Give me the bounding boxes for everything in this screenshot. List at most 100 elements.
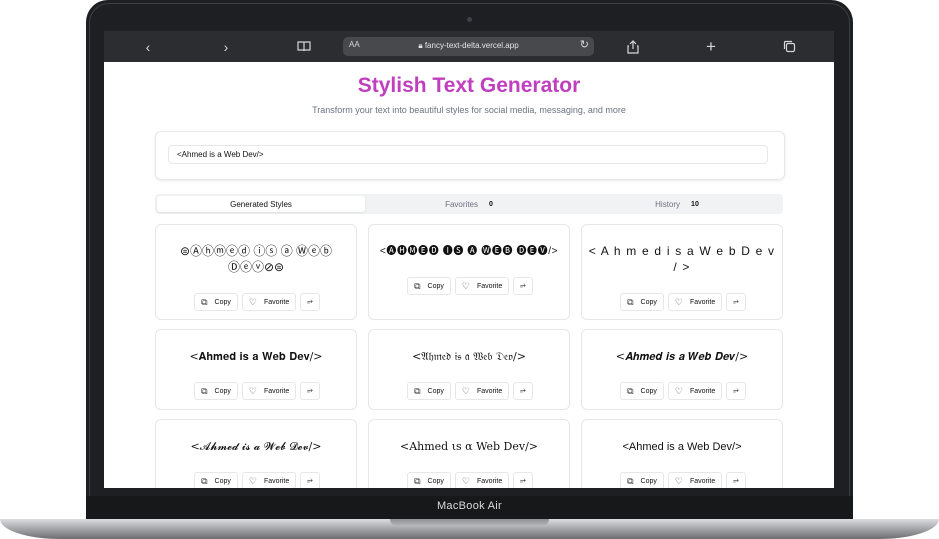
styled-text: <𝓐𝓱𝓶𝓮𝓭 𝓲𝓼 𝓪 𝓦𝓮𝓫 𝓓𝓮𝓿/> <box>190 440 322 453</box>
style-card: <Ahmed ιs α Web Dev/> ⧉ Copy ♡ Favorite ⭈ <box>368 419 570 488</box>
copy-button[interactable]: ⧉ Copy <box>194 382 238 400</box>
styled-text: <𝔄𝔥𝔪𝔢𝔡 𝔦𝔰 𝔞 𝔚𝔢𝔟 𝔇𝔢𝔳/> <box>412 350 526 363</box>
copy-button[interactable]: ⧉ Copy <box>620 382 664 400</box>
copy-button[interactable]: ⧉ Copy <box>620 293 664 311</box>
copy-icon: ⧉ <box>414 280 421 291</box>
camera-icon <box>467 17 472 22</box>
card-actions: ⧉ Copy ♡ Favorite ⭈ <box>369 382 571 400</box>
heart-icon: ♡ <box>461 385 470 396</box>
share-button[interactable]: ⭈ <box>300 293 320 311</box>
share-button[interactable]: ⭈ <box>726 382 746 400</box>
style-card: <𝐀𝐡𝐦𝐞𝐝 𝐢𝐬 𝐚 𝐖𝐞𝐛 𝐃𝐞𝐯/> ⧉ Copy ♡ Favorite ⭈ <box>155 329 357 410</box>
favorite-button[interactable]: ♡ Favorite <box>241 382 297 400</box>
favorite-button[interactable]: ♡ Favorite <box>667 293 723 311</box>
copy-icon: ⧉ <box>627 475 634 486</box>
card-actions: ⧉ Copy ♡ Favorite ⭈ <box>156 293 358 311</box>
styled-text: <Ahmed is a Web Dev/> <box>622 441 742 453</box>
style-card: < A h m e d i s a W e b D e v / > ⧉ Copy … <box>581 224 783 320</box>
favorite-button[interactable]: ♡ Favorite <box>667 472 723 488</box>
share-button[interactable]: ⭈ <box>300 382 320 400</box>
address-bar[interactable]: AA 🔒︎ fancy-text-delta.vercel.app ↻ <box>343 37 594 56</box>
heart-icon: ♡ <box>674 475 683 486</box>
copy-button[interactable]: ⧉ Copy <box>407 472 451 488</box>
heart-icon: ♡ <box>674 296 683 307</box>
card-actions: ⧉ Copy ♡ Favorite ⭈ <box>582 472 784 488</box>
tab-generated-styles[interactable]: Generated Styles <box>157 196 365 212</box>
styled-text: <Ahmed ιs α Web Dev/> <box>399 440 539 453</box>
copy-icon: ⧉ <box>414 385 421 396</box>
heart-icon: ♡ <box>461 280 470 291</box>
copy-icon: ⧉ <box>627 385 634 396</box>
favorite-button[interactable]: ♡ Favorite <box>241 293 297 311</box>
favorite-button[interactable]: ♡ Favorite <box>454 382 510 400</box>
card-actions: ⧉ Copy ♡ Favorite ⭈ <box>156 382 358 400</box>
heart-icon: ♡ <box>674 385 683 396</box>
copy-button[interactable]: ⧉ Copy <box>620 472 664 488</box>
share-icon: ⭈ <box>520 282 526 289</box>
style-card: <🅐🅗🅜🅔🅓 🅘🅢 🅐 🅦🅔🅑 🅓🅔🅥/> ⧉ Copy ♡ Favorite ⭈ <box>368 224 570 320</box>
style-card: <𝔄𝔥𝔪𝔢𝔡 𝔦𝔰 𝔞 𝔚𝔢𝔟 𝔇𝔢𝔳/> ⧉ Copy ♡ Favorite ⭈ <box>368 329 570 410</box>
card-actions: ⧉ Copy ♡ Favorite ⭈ <box>369 472 571 488</box>
favorite-button[interactable]: ♡ Favorite <box>454 277 510 295</box>
favorite-button[interactable]: ♡ Favorite <box>454 472 510 488</box>
copy-icon: ⧉ <box>627 296 634 307</box>
card-actions: ⧉ Copy ♡ Favorite ⭈ <box>582 293 784 311</box>
style-card: ⊜Ⓐⓗⓜⓔⓓ ⓘⓢ ⓐ Ⓦⓔⓑ Ⓓⓔⓥ⊘⊜ ⧉ Copy ♡ Favorite ⭈ <box>155 224 357 320</box>
input-card <box>155 131 785 180</box>
copy-icon: ⧉ <box>201 475 208 486</box>
favorite-button[interactable]: ♡ Favorite <box>241 472 297 488</box>
copy-button[interactable]: ⧉ Copy <box>407 277 451 295</box>
forward-icon[interactable]: › <box>218 31 234 62</box>
share-button[interactable]: ⭈ <box>513 277 533 295</box>
copy-icon: ⧉ <box>414 475 421 486</box>
copy-icon: ⧉ <box>201 385 208 396</box>
heart-icon: ♡ <box>248 385 257 396</box>
card-actions: ⧉ Copy ♡ Favorite ⭈ <box>369 277 571 295</box>
card-actions: ⧉ Copy ♡ Favorite ⭈ <box>156 472 358 488</box>
heart-icon: ♡ <box>248 296 257 307</box>
new-tab-icon[interactable]: + <box>702 31 720 62</box>
tab-bar: Generated Styles Favorites 0 History 10 <box>155 194 783 214</box>
styled-text: <𝐀𝐡𝐦𝐞𝐝 𝐢𝐬 𝐚 𝐖𝐞𝐛 𝐃𝐞𝐯/> <box>189 350 323 363</box>
share-icon: ⭈ <box>307 387 313 394</box>
reader-icon[interactable] <box>294 31 314 62</box>
tab-history[interactable]: History 10 <box>573 196 781 212</box>
share-button[interactable]: ⭈ <box>300 472 320 488</box>
opening-notch <box>390 519 549 526</box>
heart-icon: ♡ <box>248 475 257 486</box>
page-title: Stylish Text Generator <box>357 74 581 97</box>
share-button[interactable]: ⭈ <box>726 293 746 311</box>
history-count: 10 <box>691 200 699 208</box>
browser-window: ‹ › AA 🔒︎ fancy-text-delta.vercel.app ↻ … <box>104 31 834 488</box>
styled-text: ⊜Ⓐⓗⓜⓔⓓ ⓘⓢ ⓐ Ⓦⓔⓑ Ⓓⓔⓥ⊘⊜ <box>179 244 333 274</box>
style-card: <𝓐𝓱𝓶𝓮𝓭 𝓲𝓼 𝓪 𝓦𝓮𝓫 𝓓𝓮𝓿/> ⧉ Copy ♡ Favorite ⭈ <box>155 419 357 488</box>
text-input[interactable] <box>168 145 768 164</box>
lock-icon: 🔒︎ <box>418 41 423 50</box>
copy-icon: ⧉ <box>201 296 208 307</box>
tab-favorites[interactable]: Favorites 0 <box>365 196 573 212</box>
url-text: 🔒︎ fancy-text-delta.vercel.app <box>418 41 519 50</box>
styled-text: <🅐🅗🅜🅔🅓 🅘🅢 🅐 🅦🅔🅑 🅓🅔🅥/> <box>379 246 559 257</box>
favorites-count: 0 <box>489 200 493 208</box>
copy-button[interactable]: ⧉ Copy <box>407 382 451 400</box>
copy-button[interactable]: ⧉ Copy <box>194 472 238 488</box>
share-icon: ⭈ <box>520 477 526 484</box>
tabs-icon[interactable] <box>780 31 798 62</box>
favorite-button[interactable]: ♡ Favorite <box>667 382 723 400</box>
share-button[interactable]: ⭈ <box>513 472 533 488</box>
browser-toolbar: ‹ › AA 🔒︎ fancy-text-delta.vercel.app ↻ … <box>104 31 834 62</box>
share-button[interactable]: ⭈ <box>513 382 533 400</box>
share-icon: ⭈ <box>307 298 313 305</box>
reload-icon[interactable]: ↻ <box>580 38 589 51</box>
styled-text: < A h m e d i s a W e b D e v / > <box>588 244 776 274</box>
back-icon[interactable]: ‹ <box>140 31 156 62</box>
copy-button[interactable]: ⧉ Copy <box>194 293 238 311</box>
share-button[interactable]: ⭈ <box>726 472 746 488</box>
share-icon: ⭈ <box>733 298 739 305</box>
device-label: MacBook Air <box>436 500 503 512</box>
style-card: <𝑨𝒉𝒎𝒆𝒅 𝒊𝒔 𝒂 𝑾𝒆𝒃 𝑫𝒆𝒗/> ⧉ Copy ♡ Favorite ⭈ <box>581 329 783 410</box>
styled-text: <𝑨𝒉𝒎𝒆𝒅 𝒊𝒔 𝒂 𝑾𝒆𝒃 𝑫𝒆𝒗/> <box>615 350 749 363</box>
share-icon[interactable] <box>624 31 642 62</box>
heart-icon: ♡ <box>461 475 470 486</box>
share-icon: ⭈ <box>520 387 526 394</box>
